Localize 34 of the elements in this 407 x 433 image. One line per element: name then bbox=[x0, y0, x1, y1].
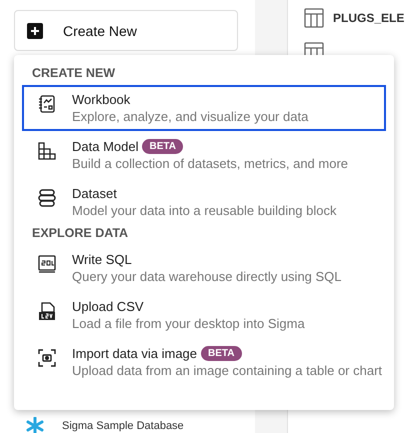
database-name[interactable]: Sigma Sample Database bbox=[62, 420, 184, 432]
item-title: Upload CSV bbox=[72, 299, 144, 314]
section-heading: EXPLORE DATA bbox=[31, 226, 130, 240]
item-title: Dataset bbox=[72, 186, 117, 201]
item-title: Write SQL bbox=[72, 252, 132, 267]
item-description: Build a collection of datasets, metrics, and more bbox=[72, 156, 348, 171]
item-title: Workbook bbox=[72, 92, 130, 107]
sql-icon bbox=[38, 255, 56, 273]
item-title: Import data via image bbox=[72, 346, 198, 361]
workbook-icon bbox=[38, 95, 56, 113]
item-description: Explore, analyze, and visualize your data bbox=[72, 109, 308, 124]
item-title: Data Model bbox=[72, 139, 138, 154]
grid-icon bbox=[38, 142, 56, 160]
menu-item[interactable]: Write SQL Query your data warehouse directly using SQL bbox=[22, 245, 386, 291]
menu-item[interactable]: Upload CSV Load a file from your desktop into Sigma bbox=[22, 292, 386, 338]
beta-badge: BETA bbox=[201, 346, 242, 361]
menu-item[interactable]: Import data via image BETA Upload data from an image containing a table or chart bbox=[22, 339, 386, 385]
item-description: Model your data into a reusable building block bbox=[72, 203, 337, 218]
beta-badge: BETA bbox=[142, 139, 183, 154]
camera-frame-icon bbox=[38, 349, 56, 367]
table-name[interactable]: PLUGS_ELE bbox=[333, 11, 404, 25]
menu-item[interactable]: Data Model BETA Build a collection of datasets, metrics, and more bbox=[22, 132, 386, 178]
plus-icon bbox=[27, 22, 43, 38]
stack-icon bbox=[38, 189, 56, 207]
table-icon bbox=[304, 8, 324, 28]
item-description: Upload data from an image containing a table or chart bbox=[72, 363, 382, 378]
csv-file-icon bbox=[38, 302, 56, 320]
snowflake-icon bbox=[26, 417, 44, 433]
item-description: Load a file from your desktop into Sigma bbox=[72, 316, 305, 331]
create-new-button[interactable]: Create New bbox=[14, 10, 238, 51]
menu-item[interactable]: Dataset Model your data into a reusable building block bbox=[22, 179, 386, 225]
item-description: Query your data warehouse directly using SQL bbox=[72, 269, 342, 284]
menu-item[interactable]: Workbook Explore, analyze, and visualize your data bbox=[22, 85, 386, 131]
section-heading: CREATE NEW bbox=[31, 66, 116, 80]
